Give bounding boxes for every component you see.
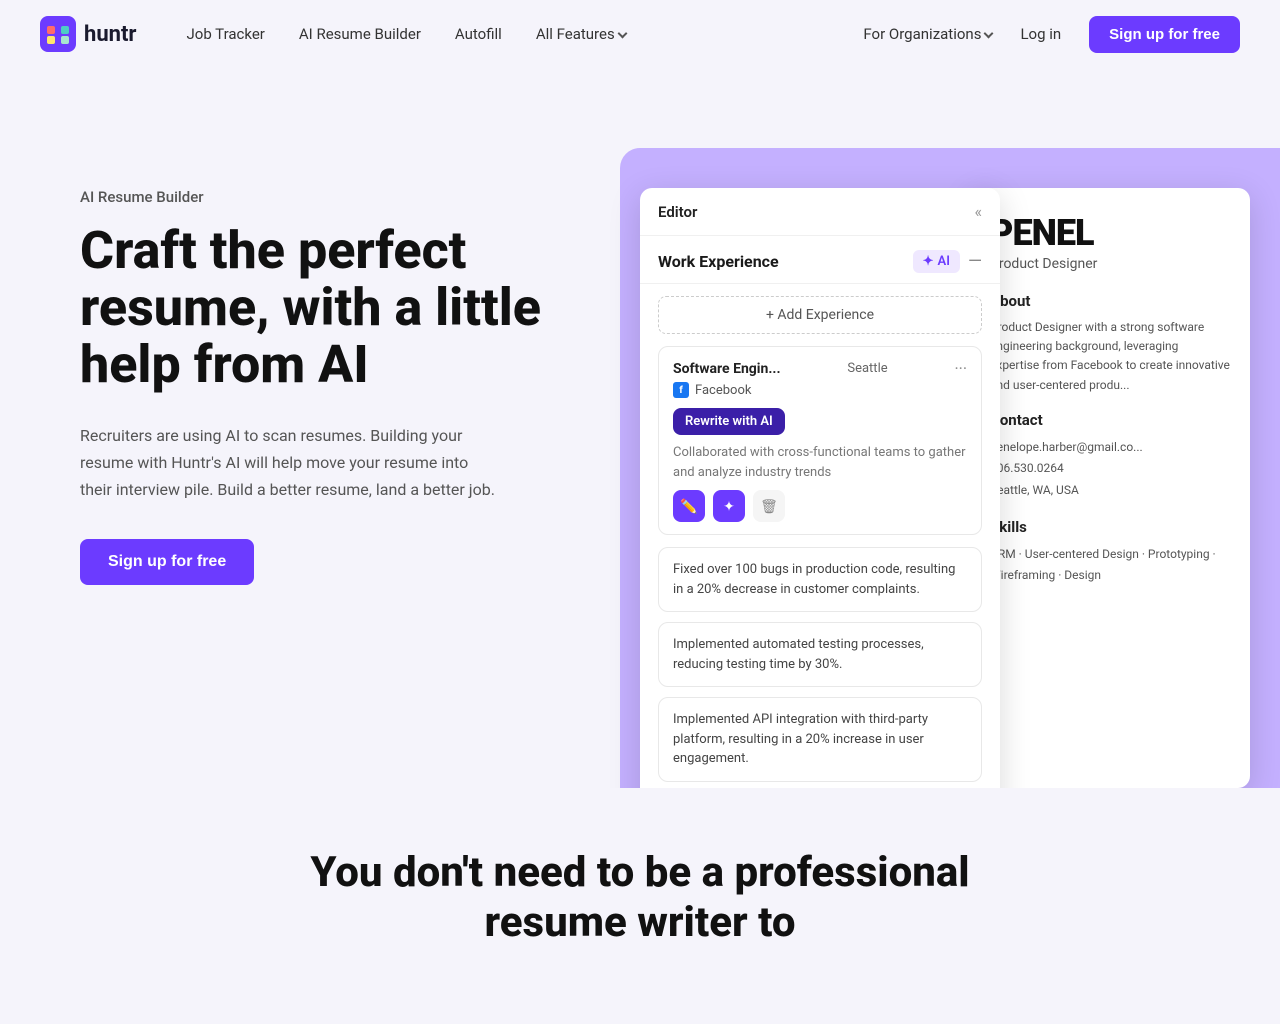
hero-subtitle: AI Resume Builder — [80, 188, 580, 206]
edit-trash-button[interactable]: 🗑 — [753, 490, 785, 522]
experience-card: Software Engin... Seattle ··· f Facebook… — [658, 346, 982, 535]
sparkle-icon: ✦ — [923, 254, 934, 269]
chevron-down-icon — [617, 28, 627, 38]
hero-section: AI Resume Builder Craft the perfect resu… — [0, 68, 1280, 788]
rewrite-popup[interactable]: Rewrite with AI — [673, 408, 785, 435]
logo-link[interactable]: huntr — [40, 16, 136, 52]
nav-for-organizations[interactable]: For Organizations — [863, 25, 992, 43]
experience-company: f Facebook — [673, 382, 967, 398]
resume-panel: PENEL Product Designer About Product Des… — [970, 188, 1250, 788]
resume-role: Product Designer — [990, 256, 1230, 272]
nav-all-features[interactable]: All Features — [522, 17, 640, 51]
experience-menu-icon[interactable]: ··· — [954, 359, 967, 378]
nav-right: For Organizations Log in Sign up for fre… — [863, 16, 1240, 53]
resume-about-title: About — [990, 292, 1230, 310]
nav-links: Job Tracker AI Resume Builder Autofill A… — [172, 17, 863, 51]
nav-login-link[interactable]: Log in — [1008, 17, 1073, 51]
experience-top: Software Engin... Seattle ··· — [673, 359, 967, 378]
job-location: Seattle — [847, 361, 887, 376]
section-actions: ✦ AI — — [913, 250, 982, 273]
bullet-text-1: Fixed over 100 bugs in production code, … — [673, 560, 967, 599]
resume-about-text: Product Designer with a strong software … — [990, 318, 1230, 395]
navigation: huntr Job Tracker AI Resume Builder Auto… — [0, 0, 1280, 68]
logo-icon — [40, 16, 76, 52]
hero-description: Recruiters are using AI to scan resumes.… — [80, 422, 500, 504]
logo-text: huntr — [84, 22, 136, 47]
resume-name: PENEL — [990, 212, 1230, 254]
hero-title: Craft the perfect resume, with a little … — [80, 222, 580, 394]
resume-skills-text: ARM · User-centered Design · Prototyping… — [990, 544, 1230, 587]
chevron-down-icon — [984, 28, 994, 38]
editor-window: Editor « Work Experience ✦ AI — + Add Ex… — [640, 188, 1000, 788]
nav-autofill[interactable]: Autofill — [441, 17, 516, 51]
bullet-card-3: Implemented API integration with third-p… — [658, 697, 982, 782]
bullet-text-2: Implemented automated testing processes,… — [673, 635, 967, 674]
editor-header: Editor « — [640, 188, 1000, 236]
editor-title: Editor — [658, 203, 697, 221]
resume-skills-title: Skills — [990, 518, 1230, 536]
bottom-title: You don't need to be a professional resu… — [290, 848, 990, 949]
hero-signup-button[interactable]: Sign up for free — [80, 539, 254, 585]
ai-badge[interactable]: ✦ AI — [913, 250, 960, 273]
nav-signup-button[interactable]: Sign up for free — [1089, 16, 1240, 53]
bullet-text-3: Implemented API integration with third-p… — [673, 710, 967, 769]
resume-contact-title: Contact — [990, 411, 1230, 429]
nav-job-tracker[interactable]: Job Tracker — [172, 17, 278, 51]
collapse-section-icon[interactable]: — — [968, 251, 982, 272]
section-title: Work Experience — [658, 252, 779, 271]
work-experience-header: Work Experience ✦ AI — — [640, 236, 1000, 284]
facebook-icon: f — [673, 382, 689, 398]
experience-description: Collaborated with cross-functional teams… — [673, 443, 967, 482]
resume-contact-info: penelope.harber@gmail.co... 206.530.0264… — [990, 437, 1230, 502]
job-title: Software Engin... — [673, 361, 781, 377]
bullet-card-2: Implemented automated testing processes,… — [658, 622, 982, 687]
bottom-section: You don't need to be a professional resu… — [0, 788, 1280, 989]
hero-left: AI Resume Builder Craft the perfect resu… — [80, 128, 580, 585]
hero-mockup: PENEL Product Designer About Product Des… — [620, 148, 1280, 788]
edit-pencil-button[interactable]: ✏️ — [673, 490, 705, 522]
nav-ai-resume-builder[interactable]: AI Resume Builder — [285, 17, 435, 51]
edit-ai-button[interactable]: ✦ — [713, 490, 745, 522]
add-experience-button[interactable]: + Add Experience — [658, 296, 982, 334]
edit-actions: ✏️ ✦ 🗑 — [673, 490, 967, 522]
bullet-card-1: Fixed over 100 bugs in production code, … — [658, 547, 982, 612]
editor-collapse-button[interactable]: « — [974, 202, 982, 221]
editor-body: Work Experience ✦ AI — + Add Experience … — [640, 236, 1000, 788]
